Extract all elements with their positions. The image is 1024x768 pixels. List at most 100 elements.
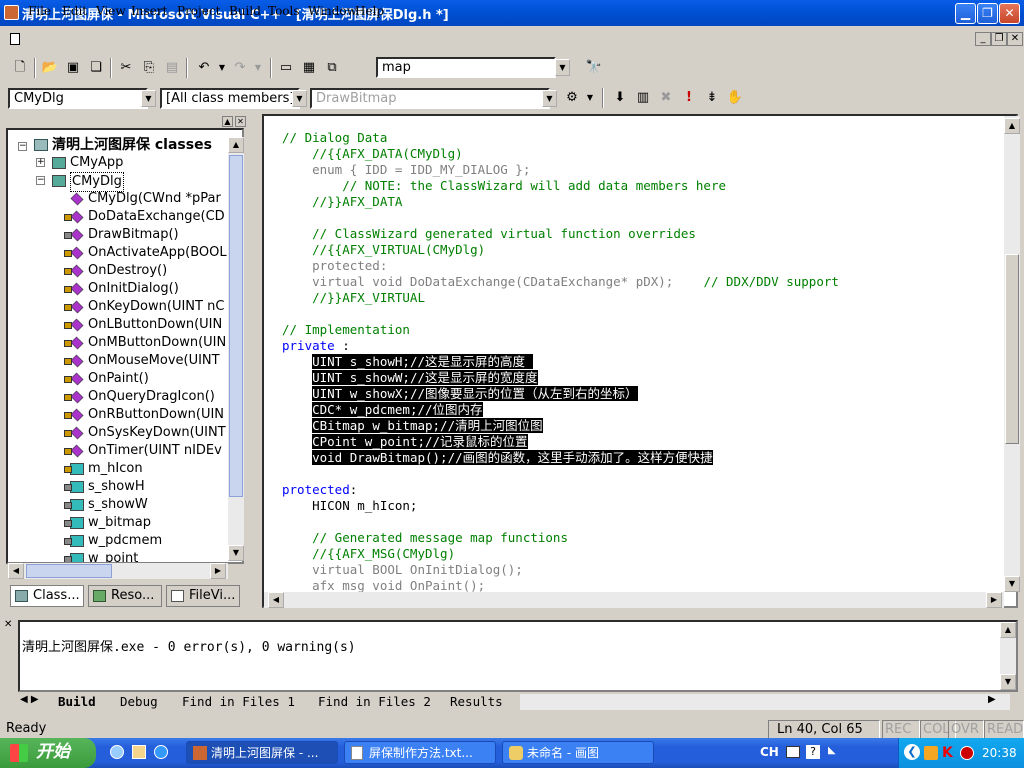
tab-results[interactable]: Results [450,694,503,710]
pane-dock-button[interactable]: ▲ [222,116,233,127]
code-line[interactable]: UINT w_showX;//图像要显示的位置（从左到右的坐标） [282,386,839,402]
editor-scroll-left-button[interactable]: ◀ [268,592,284,608]
code-line[interactable]: virtual BOOL OnInitDialog(); [282,562,839,578]
menu-edit[interactable]: Edit [62,4,87,18]
find-in-files-icon[interactable]: 🔭 [584,58,604,78]
code-line[interactable]: // Generated message map functions [282,530,839,546]
menu-build[interactable]: Build [229,4,261,18]
paste-icon[interactable]: ▤ [162,58,182,78]
editor-scroll-right-button[interactable]: ▶ [986,592,1002,608]
workspace-icon[interactable]: ▭ [276,58,296,78]
tree-scroll-down-button[interactable]: ▼ [228,545,244,561]
code-line[interactable] [282,306,839,322]
code-line[interactable]: CBitmap w_bitmap;//清明上河图位图 [282,418,839,434]
wizard-action-dropdown-icon[interactable]: ▼ [580,88,600,108]
output-tab-nav-icons[interactable]: ◀ ▶ [20,694,39,705]
tree-scroll-right-button[interactable]: ▶ [210,563,226,579]
compile-icon[interactable]: ⬇ [610,88,630,108]
tree-scroll-left-button[interactable]: ◀ [8,563,24,579]
expand-icon[interactable]: + [36,158,45,167]
tab-build[interactable]: Build [58,694,96,710]
document-icon[interactable] [10,33,20,45]
keyboard-icon[interactable] [786,746,800,758]
breakpoint-hand-icon[interactable]: ✋ [725,88,745,108]
tray-antivirus-icon[interactable]: K [942,746,956,760]
code-line[interactable]: HICON m_hIcon; [282,498,839,514]
class-tree[interactable]: − 清明上河图屏保 classes + CMyApp − CMyDlg CMyDlg(C… [6,128,244,564]
code-line[interactable]: enum { IDD = IDD_MY_DIALOG }; [282,162,839,178]
tab-debug[interactable]: Debug [120,694,158,710]
code-line[interactable]: void DrawBitmap();//画图的函数，这里手动添加了。这样方便快捷 [282,450,839,466]
task-paint[interactable]: 未命名 - 画图 [502,741,654,764]
open-icon[interactable]: 📂 [40,58,60,78]
mdi-close-button[interactable]: ✕ [1007,32,1023,46]
collapse-icon[interactable]: − [36,176,45,185]
code-line[interactable]: //}}AFX_VIRTUAL [282,290,839,306]
help-icon[interactable]: ? [806,745,820,759]
window-list-icon[interactable]: ⧉ [322,58,342,78]
cut-icon[interactable]: ✂ [116,58,136,78]
minimize-button[interactable]: ▁ [955,3,976,24]
language-indicator[interactable]: CH [760,745,779,759]
editor-horizontal-scrollbar[interactable] [264,592,1004,608]
ime-menu-icon[interactable]: ◣ [828,745,836,756]
menu-project[interactable]: Project [177,4,220,18]
tab-resourceview[interactable]: Reso... [88,585,162,607]
output-close-icon[interactable]: ✕ [4,620,16,632]
member-combo[interactable]: DrawBitmap [310,88,550,109]
new-text-file-icon[interactable]: 🗋 [10,58,30,78]
build-icon[interactable]: ▥ [633,88,653,108]
tree-scroll-up-button[interactable]: ▲ [228,137,244,153]
task-vc-ide[interactable]: 清明上河图屏保 - ... [186,741,338,764]
code-line[interactable]: // Implementation [282,322,839,338]
quicklaunch-desktop-icon[interactable] [154,745,168,759]
output-scroll-right-icon[interactable]: ▶ [988,694,996,705]
code-editor[interactable]: // Dialog Data //{{AFX_DATA(CMyDlg) enum… [262,114,1018,608]
class-combo-dropdown[interactable]: ▼ [141,90,156,107]
stop-build-icon[interactable]: ✖ [656,88,676,108]
app-icon[interactable] [4,5,19,20]
code-line[interactable]: protected: [282,258,839,274]
mdi-restore-button[interactable]: ❐ [991,32,1007,46]
editor-scroll-down-button[interactable]: ▼ [1004,576,1020,592]
output-horizontal-scrollbar[interactable] [520,694,1010,710]
code-line[interactable]: private : [282,338,839,354]
editor-scroll-thumb[interactable] [1005,254,1019,444]
tab-classview[interactable]: Class... [10,585,84,607]
code-line[interactable]: // ClassWizard generated virtual functio… [282,226,839,242]
code-line[interactable]: CDC* w_pdcmem;//位图内存 [282,402,839,418]
code-line[interactable]: // Dialog Data [282,130,839,146]
code-line[interactable]: //{{AFX_MSG(CMyDlg) [282,546,839,562]
tree-hscroll-thumb[interactable] [26,564,112,578]
undo-icon[interactable]: ↶ [194,58,214,78]
code-line[interactable]: //}}AFX_DATA [282,194,839,210]
tray-app-icon[interactable] [924,746,938,760]
restore-button[interactable]: ❐ [977,3,998,24]
go-icon[interactable]: ⇟ [702,88,722,108]
tab-find-in-files-1[interactable]: Find in Files 1 [182,694,295,710]
code-line[interactable]: virtual void DoDataExchange(CDataExchang… [282,274,839,290]
find-combo-dropdown[interactable]: ▼ [555,59,570,76]
menu-help[interactable]: Help [355,4,384,18]
editor-scroll-up-button[interactable]: ▲ [1004,118,1020,134]
code-line[interactable]: //{{AFX_DATA(CMyDlg) [282,146,839,162]
output-scroll-up-button[interactable]: ▲ [1000,622,1016,638]
code-line[interactable] [282,210,839,226]
wizard-action-icon[interactable]: ⚙ [562,88,582,108]
code-line[interactable]: UINT s_showW;//这是显示屏的宽度度 [282,370,839,386]
tab-fileview[interactable]: FileVi... [166,585,240,607]
output-text-area[interactable]: 清明上河图屏保.exe - 0 error(s), 0 warning(s) [18,620,1018,692]
mdi-minimize-button[interactable]: _ [975,32,991,46]
code-line[interactable]: UINT s_showH;//这是显示屏的高度 [282,354,839,370]
pane-close-button[interactable]: ✕ [235,116,246,127]
code-line[interactable]: CPoint w_point;//记录鼠标的位置 [282,434,839,450]
filter-combo[interactable]: [All class members] [160,88,300,109]
find-combo[interactable]: map [376,57,556,78]
code-line[interactable] [282,466,839,482]
code-line[interactable]: // NOTE: the ClassWizard will add data m… [282,178,839,194]
code-text[interactable]: // Dialog Data //{{AFX_DATA(CMyDlg) enum… [282,130,839,594]
tab-find-in-files-2[interactable]: Find in Files 2 [318,694,431,710]
class-combo[interactable]: CMyDlg [8,88,148,109]
quicklaunch-explorer-icon[interactable] [132,745,146,759]
menu-window[interactable]: Window [308,4,357,18]
